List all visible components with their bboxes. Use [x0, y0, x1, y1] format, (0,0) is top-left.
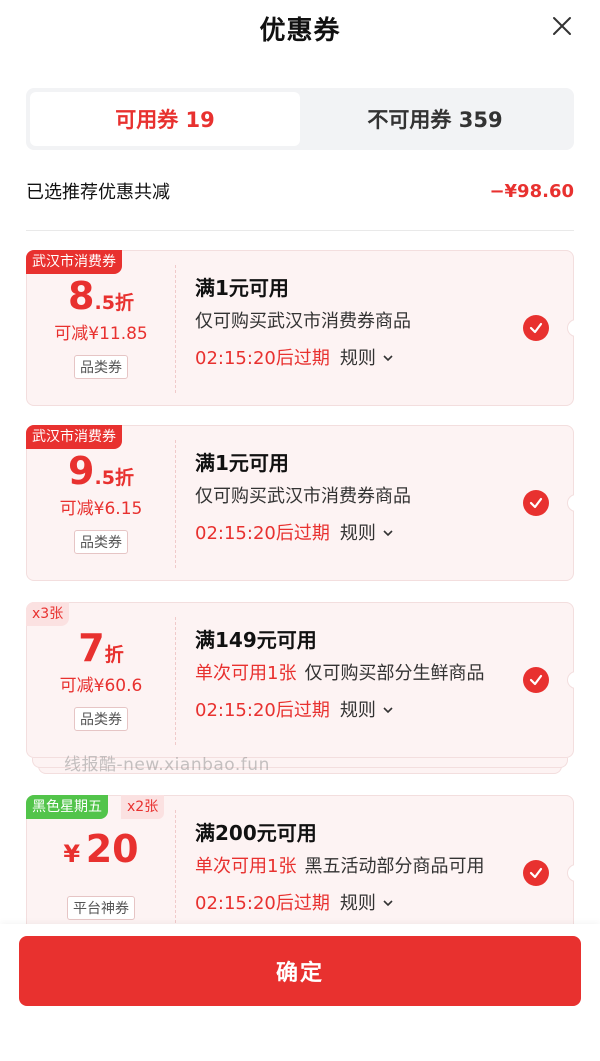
rule-link[interactable]: 规则 — [340, 893, 394, 914]
coupon-value: 9.5折 可减¥6.15 品类券 — [27, 448, 175, 554]
rule-link[interactable]: 规则 — [340, 348, 394, 369]
select-checkbox[interactable] — [523, 490, 549, 516]
expire-time: 02:15:20后过期 — [195, 700, 330, 721]
chevron-down-icon — [383, 355, 393, 362]
save-amount: 可减¥6.15 — [59, 499, 143, 519]
coupon-condition: 满149元可用 — [195, 628, 317, 652]
close-icon — [553, 17, 571, 35]
coupon-type: 品类券 — [74, 530, 128, 554]
card-separator — [175, 440, 176, 568]
discount-summary: 已选推荐优惠共减 −¥98.60 — [26, 176, 574, 206]
coupon-tag: 武汉市消费券 — [26, 425, 122, 449]
check-icon — [529, 322, 543, 334]
card-separator — [175, 810, 176, 924]
close-button[interactable] — [548, 12, 576, 40]
card-notch — [567, 864, 574, 882]
discount-unit: .5折 — [94, 467, 134, 489]
summary-label: 已选推荐优惠共减 — [26, 182, 170, 203]
coupon-tabs: 可用券 19 不可用券 359 — [26, 88, 574, 150]
select-checkbox[interactable] — [523, 315, 549, 341]
stack-shadow — [32, 758, 568, 768]
coupon-tag: 武汉市消费券 — [26, 250, 122, 274]
coupon-card[interactable]: 武汉市消费券 8.5折 可减¥11.85 品类券 满1元可用 仅可购买武汉市消费… — [26, 250, 574, 406]
expire-time: 02:15:20后过期 — [195, 893, 330, 914]
card-separator — [175, 265, 176, 393]
rule-link[interactable]: 规则 — [340, 523, 394, 544]
tab-available[interactable]: 可用券 19 — [30, 92, 300, 146]
coupon-value: ¥ 20 平台神券 — [27, 826, 175, 920]
coupon-card[interactable]: 武汉市消费券 9.5折 可减¥6.15 品类券 满1元可用 仅可购买武汉市消费券… — [26, 425, 574, 581]
header: 优惠券 — [0, 0, 600, 56]
coupon-value: 8.5折 可减¥11.85 品类券 — [27, 273, 175, 379]
confirm-button[interactable]: 确定 — [19, 936, 581, 1006]
coupon-condition: 满1元可用 — [195, 451, 289, 475]
coupon-info: 满1元可用 仅可购买武汉市消费券商品 02:15:20后过期 规则 — [195, 446, 515, 554]
check-icon — [529, 497, 543, 509]
coupon-info: 满149元可用 单次可用1张 仅可购买部分生鲜商品 02:15:20后过期 规则 — [195, 623, 515, 731]
page-title: 优惠券 — [259, 15, 341, 46]
coupon-card[interactable]: x3张 7折 可减¥60.6 品类券 满149元可用 单次可用1张 仅可购买部分生… — [26, 602, 574, 758]
coupon-info: 满200元可用 单次可用1张 黑五活动部分商品可用 02:15:20后过期 规则 — [195, 816, 515, 924]
chevron-down-icon — [383, 900, 393, 907]
coupon-info: 满1元可用 仅可购买武汉市消费券商品 02:15:20后过期 规则 — [195, 271, 515, 379]
currency-symbol: ¥ — [63, 840, 81, 868]
select-checkbox[interactable] — [523, 667, 549, 693]
card-notch — [567, 494, 574, 512]
save-amount: 可减¥60.6 — [59, 676, 143, 696]
footer: 确定 — [0, 924, 600, 1061]
coupon-value: 7折 可减¥60.6 品类券 — [27, 625, 175, 731]
coupon-condition: 满200元可用 — [195, 821, 317, 845]
discount-number: 7 — [78, 626, 105, 670]
tab-unavailable[interactable]: 不可用券 359 — [300, 92, 570, 146]
coupon-desc: 黑五活动部分商品可用 — [304, 856, 485, 877]
discount-number: 9 — [68, 449, 95, 493]
expire-time: 02:15:20后过期 — [195, 348, 330, 369]
coupon-desc: 仅可购买部分生鲜商品 — [304, 663, 485, 684]
coupon-limit: 单次可用1张 — [195, 856, 297, 877]
coupon-count-tag: x3张 — [26, 602, 70, 626]
expire-time: 02:15:20后过期 — [195, 523, 330, 544]
card-separator — [175, 617, 176, 745]
coupon-tag: 黑色星期五 — [26, 795, 108, 819]
rule-link[interactable]: 规则 — [340, 700, 394, 721]
coupon-type: 平台神券 — [67, 896, 135, 920]
discount-unit: 折 — [104, 644, 124, 666]
coupon-type: 品类券 — [74, 355, 128, 379]
coupon-list[interactable]: 武汉市消费券 8.5折 可减¥11.85 品类券 满1元可用 仅可购买武汉市消费… — [26, 248, 574, 924]
coupon-condition: 满1元可用 — [195, 276, 289, 300]
summary-amount: −¥98.60 — [489, 180, 574, 202]
coupon-card[interactable]: 黑色星期五 x2张 ¥ 20 平台神券 满200元可用 单次可用1张 黑五活动部分… — [26, 795, 574, 924]
card-notch — [567, 671, 574, 689]
chevron-down-icon — [383, 530, 393, 537]
coupon-type: 品类券 — [74, 707, 128, 731]
card-notch — [567, 319, 574, 337]
coupon-limit: 单次可用1张 — [195, 663, 297, 684]
discount-unit: .5折 — [94, 292, 134, 314]
check-icon — [529, 674, 543, 686]
save-amount: 可减¥11.85 — [54, 324, 148, 344]
divider — [26, 230, 574, 231]
select-checkbox[interactable] — [523, 860, 549, 886]
discount-number: 20 — [85, 827, 139, 871]
check-icon — [529, 867, 543, 879]
coupon-desc: 仅可购买武汉市消费券商品 — [195, 486, 411, 507]
discount-number: 8 — [68, 274, 95, 318]
chevron-down-icon — [383, 707, 393, 714]
coupon-count-tag: x2张 — [121, 795, 165, 819]
coupon-desc: 仅可购买武汉市消费券商品 — [195, 311, 411, 332]
